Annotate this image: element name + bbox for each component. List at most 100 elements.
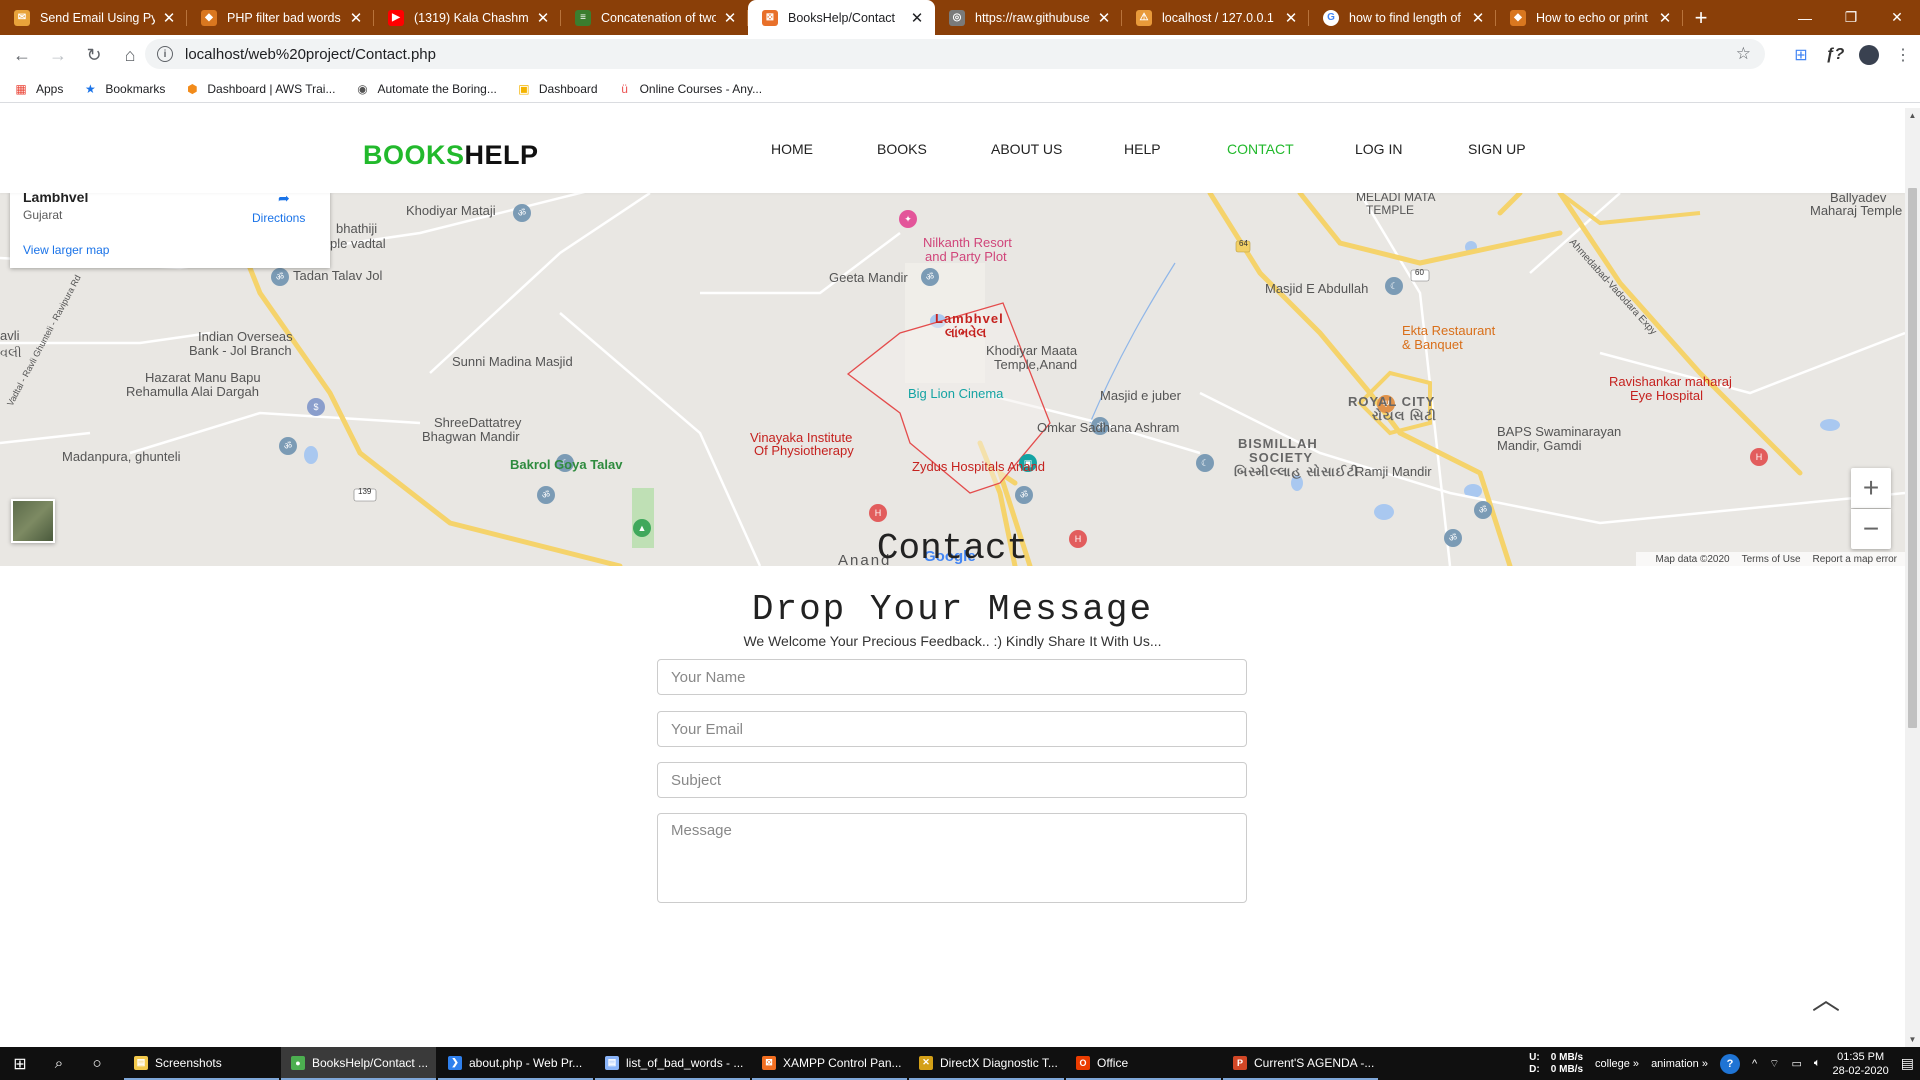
toolbar-animation[interactable]: animation » [1651, 1058, 1708, 1070]
taskbar-app[interactable]: ✕ DirectX Diagnostic T... [909, 1047, 1064, 1080]
map-label: Bank - Jol Branch [189, 343, 292, 358]
address-bar[interactable]: i localhost/web%20project/Contact.php ☆ [145, 39, 1765, 69]
menu-kebab-icon[interactable]: ⋮ [1886, 39, 1920, 71]
map-label: Ekta Restaurant [1402, 323, 1496, 338]
nav-link-log-in[interactable]: LOG IN [1355, 141, 1402, 157]
scrollbar-thumb[interactable] [1908, 188, 1917, 728]
tray-chevron-icon[interactable]: ^ [1752, 1058, 1757, 1070]
scroll-down-arrow-icon[interactable]: ▼ [1905, 1032, 1920, 1047]
tab-close-icon[interactable]: ✕ [909, 9, 925, 27]
map-footer-link[interactable]: Report a map error [1813, 554, 1897, 565]
tab-close-icon[interactable]: ✕ [722, 9, 738, 27]
browser-tab[interactable]: ◎ https://raw.githubuser ✕ [935, 0, 1122, 35]
tab-close-icon[interactable]: ✕ [348, 9, 364, 27]
tab-close-icon[interactable]: ✕ [161, 9, 177, 27]
wifi-icon[interactable]: ⌔ [1769, 1057, 1779, 1071]
browser-tab[interactable]: ⊠ BooksHelp/Contact ✕ [748, 0, 935, 35]
tab-close-icon[interactable]: ✕ [1470, 9, 1486, 27]
tab-close-icon[interactable]: ✕ [1283, 9, 1299, 27]
email-input[interactable] [657, 711, 1247, 747]
taskbar-app[interactable]: ▤ list_of_bad_words - ... [595, 1047, 750, 1080]
bookmarks-bar: ▦ Apps ★ Bookmarks ⬢ Dashboard | AWS Trai... ◉… [0, 75, 1920, 103]
site-info-icon[interactable]: i [157, 46, 173, 62]
browser-tab[interactable]: ⚠ localhost / 127.0.0.1 / l ✕ [1122, 0, 1309, 35]
new-tab-plus-icon[interactable]: + [1683, 0, 1719, 35]
forward-icon[interactable]: → [40, 39, 76, 71]
map-label: Bhagwan Mandir [422, 429, 520, 444]
map-label: avli [0, 328, 20, 343]
cortana-icon[interactable]: ○ [78, 1047, 116, 1080]
nav-link-help[interactable]: HELP [1124, 141, 1161, 157]
bookmark-item[interactable]: ★ Bookmarks [83, 82, 165, 96]
scroll-to-top-chevron-icon[interactable]: ︿ [1812, 978, 1840, 1018]
help-icon[interactable]: ? [1719, 1053, 1740, 1074]
battery-icon[interactable]: ▭ [1791, 1057, 1801, 1070]
windows-start-icon[interactable]: ⊞ [0, 1047, 40, 1080]
home-icon[interactable]: ⌂ [112, 39, 148, 71]
google-map[interactable]: ॐ ॐ $ ॐ ☾ ॐ ✦ ॐ ॐ ▣ ॐ H H ▲ ☾ Ψ ☾ ॐ ॐ H [0, 193, 1905, 566]
browser-tab[interactable]: Ghow to find length of a ✕ [1309, 0, 1496, 35]
nav-link-books[interactable]: BOOKS [877, 141, 927, 157]
map-label: SOCIETY [1249, 450, 1314, 465]
taskbar-app[interactable]: ▤ Screenshots [124, 1047, 279, 1080]
profile-avatar[interactable] [1852, 39, 1886, 71]
zoom-out-button[interactable]: − [1851, 509, 1891, 549]
notification-icon[interactable]: ▤ [1901, 1055, 1914, 1072]
taskbar-app[interactable]: ⊠ XAMPP Control Pan... [752, 1047, 907, 1080]
map-footer-link[interactable]: Terms of Use [1742, 554, 1801, 565]
browser-tab[interactable]: ≡ Concatenation of two s ✕ [561, 0, 748, 35]
reload-icon[interactable]: ↻ [76, 39, 112, 71]
browser-tab[interactable]: ▶ (1319) Kala Chashma | ✕ [374, 0, 561, 35]
bookmark-star-icon[interactable]: ☆ [1736, 44, 1751, 64]
bookmark-item[interactable]: ◉ Automate the Boring... [355, 82, 497, 96]
browser-tab[interactable]: ◆ PHP filter bad words - ✕ [187, 0, 374, 35]
tab-title: (1319) Kala Chashma | [414, 10, 529, 25]
browser-tab[interactable]: ✉ Send Email Using Pyth ✕ [0, 0, 187, 35]
back-icon[interactable]: ← [4, 39, 40, 71]
toolbar-college[interactable]: college » [1595, 1058, 1639, 1070]
tab-close-icon[interactable]: ✕ [1096, 9, 1112, 27]
browser-tab[interactable]: ◆ How to echo or print a ✕ [1496, 0, 1683, 35]
message-textarea[interactable] [657, 813, 1247, 903]
view-larger-map-link[interactable]: View larger map [23, 243, 109, 257]
name-input[interactable] [657, 659, 1247, 695]
bookmark-item[interactable]: ▦ Apps [14, 82, 63, 96]
formula-extension-icon[interactable]: ƒ? [1818, 39, 1852, 71]
nav-link-home[interactable]: HOME [771, 141, 813, 157]
close-window-icon[interactable]: ✕ [1874, 0, 1920, 35]
apps-icon: ▦ [15, 81, 27, 96]
tab-close-icon[interactable]: ✕ [535, 9, 551, 27]
bookmark-item[interactable]: ⬢ Dashboard | AWS Trai... [185, 82, 335, 96]
nav-link-sign-up[interactable]: SIGN UP [1468, 141, 1526, 157]
taskbar-app[interactable]: ❯ about.php - Web Pr... [438, 1047, 593, 1080]
zoom-in-button[interactable]: + [1851, 468, 1891, 508]
tab-title: Send Email Using Pyth [40, 10, 155, 25]
tab-close-icon[interactable]: ✕ [1657, 9, 1673, 27]
taskbar-app-label: DirectX Diagnostic T... [940, 1055, 1058, 1070]
satellite-toggle-button[interactable] [11, 499, 55, 543]
directions-icon[interactable]: ➦ [278, 193, 290, 207]
directions-link[interactable]: Directions [252, 211, 305, 225]
translate-extension-icon[interactable]: ⊞ [1784, 39, 1818, 71]
bookmark-item[interactable]: ü Online Courses - Any... [618, 82, 762, 96]
taskbar-app[interactable]: P Current'S AGENDA -... [1223, 1047, 1378, 1080]
bookmark-item[interactable]: ▣ Dashboard [517, 82, 597, 96]
tab-favicon-icon: ▶ [388, 9, 404, 26]
taskbar-app-label: Current'S AGENDA -... [1254, 1055, 1375, 1070]
taskbar-app[interactable]: O Office [1066, 1047, 1221, 1080]
search-icon[interactable]: ⌕ [40, 1047, 78, 1080]
scroll-up-arrow-icon[interactable]: ▲ [1905, 108, 1920, 123]
clock[interactable]: 01:35 PM 28-02-2020 [1832, 1050, 1888, 1078]
nav-link-contact[interactable]: CONTACT [1227, 141, 1294, 157]
page-scrollbar[interactable]: ▲ ▼ [1905, 108, 1920, 1047]
taskbar-app[interactable]: ● BooksHelp/Contact ... [281, 1047, 436, 1080]
maximize-icon[interactable]: ❐ [1828, 0, 1874, 35]
site-logo[interactable]: BOOKSHELP [363, 140, 539, 171]
subject-input[interactable] [657, 762, 1247, 798]
tab-title: localhost / 127.0.0.1 / l [1162, 10, 1277, 25]
url-text[interactable]: localhost/web%20project/Contact.php [185, 46, 436, 63]
minimize-icon[interactable]: — [1782, 0, 1828, 35]
nav-link-about-us[interactable]: ABOUT US [991, 141, 1062, 157]
volume-icon[interactable]: 🔈︎ [1814, 1057, 1821, 1070]
map-place-state: Gujarat [23, 208, 63, 222]
